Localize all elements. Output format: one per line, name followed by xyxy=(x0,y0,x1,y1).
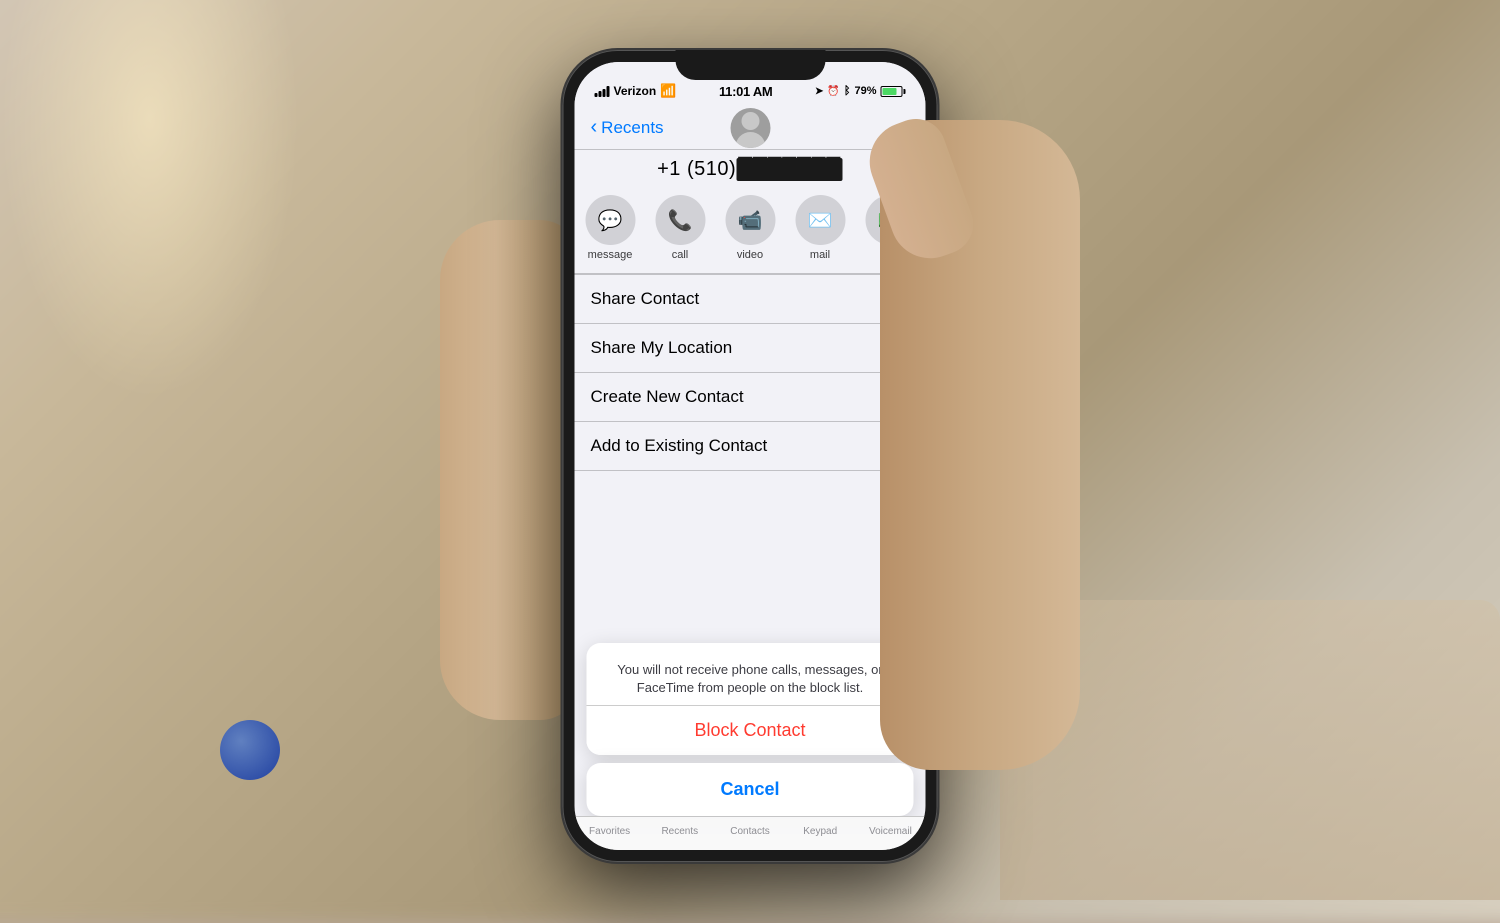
tab-favorites-label: Favorites xyxy=(589,826,630,837)
back-button[interactable]: ‹ Recents xyxy=(591,118,664,138)
tab-keypad-label: Keypad xyxy=(803,826,837,837)
hand-with-phone: Verizon 📶 11:01 AM ➤ ⏰ ᛒ 79% xyxy=(500,20,1000,880)
share-location-item[interactable]: Share My Location xyxy=(575,324,926,373)
call-label: call xyxy=(672,249,689,261)
block-contact-button[interactable]: Block Contact xyxy=(587,706,914,755)
menu-list: Share Contact Share My Location Create N… xyxy=(575,274,926,471)
action-buttons-row: 💬 message 📞 call 📹 video ✉️ xyxy=(575,195,926,261)
hand-right xyxy=(880,120,1080,770)
tab-contacts[interactable]: Contacts xyxy=(715,826,785,837)
tab-keypad[interactable]: Keypad xyxy=(785,826,855,837)
add-existing-contact-item[interactable]: Add to Existing Contact xyxy=(575,422,926,471)
status-time: 11:01 AM xyxy=(719,84,772,99)
tab-favorites[interactable]: Favorites xyxy=(575,826,645,837)
message-icon: 💬 xyxy=(585,195,635,245)
message-label: message xyxy=(588,249,633,261)
contact-avatar xyxy=(730,108,770,148)
share-contact-item[interactable]: Share Contact xyxy=(575,274,926,324)
share-contact-label: Share Contact xyxy=(591,289,700,308)
tab-recents[interactable]: Recents xyxy=(645,826,715,837)
call-icon: 📞 xyxy=(655,195,705,245)
scene: Verizon 📶 11:01 AM ➤ ⏰ ᛒ 79% xyxy=(0,0,1500,900)
cancel-label: Cancel xyxy=(720,779,779,799)
signal-icon xyxy=(595,85,610,97)
notch xyxy=(675,50,825,80)
status-left: Verizon 📶 xyxy=(595,83,677,99)
create-contact-item[interactable]: Create New Contact xyxy=(575,373,926,422)
hand-left xyxy=(440,220,580,720)
tab-voicemail-label: Voicemail xyxy=(869,826,912,837)
video-action[interactable]: 📹 video xyxy=(725,195,775,261)
back-chevron-icon: ‹ xyxy=(591,117,598,137)
tab-voicemail[interactable]: Voicemail xyxy=(855,826,925,837)
add-existing-label: Add to Existing Contact xyxy=(591,436,768,455)
back-label: Recents xyxy=(601,118,663,138)
create-contact-label: Create New Contact xyxy=(591,387,744,406)
battery-indicator xyxy=(881,86,906,97)
avatar-body xyxy=(735,132,765,148)
mail-icon: ✉️ xyxy=(795,195,845,245)
cancel-button[interactable]: Cancel xyxy=(587,763,914,816)
video-label: video xyxy=(737,249,763,261)
alert-message: You will not receive phone calls, messag… xyxy=(587,643,914,706)
mail-action[interactable]: ✉️ mail xyxy=(795,195,845,261)
mail-label: mail xyxy=(810,249,830,261)
carrier-label: Verizon xyxy=(614,84,657,98)
call-action[interactable]: 📞 call xyxy=(655,195,705,261)
tab-recents-label: Recents xyxy=(661,826,698,837)
phone-redacted: ███████ xyxy=(736,158,843,181)
alert-backdrop: You will not receive phone calls, messag… xyxy=(587,643,914,816)
alarm-icon: ⏰ xyxy=(827,86,839,97)
status-right: ➤ ⏰ ᛒ 79% xyxy=(815,85,905,97)
wifi-icon: 📶 xyxy=(660,83,676,99)
screen: Verizon 📶 11:01 AM ➤ ⏰ ᛒ 79% xyxy=(575,62,926,850)
share-location-label: Share My Location xyxy=(591,338,733,357)
phone-number-text: +1 (510) xyxy=(657,158,736,180)
bluetooth-icon: ᛒ xyxy=(844,85,851,97)
tab-contacts-label: Contacts xyxy=(730,826,769,837)
block-contact-label: Block Contact xyxy=(694,720,805,740)
location-icon: ➤ xyxy=(815,86,823,97)
message-action[interactable]: 💬 message xyxy=(585,195,635,261)
battery-percentage: 79% xyxy=(854,85,876,97)
alert-box: You will not receive phone calls, messag… xyxy=(587,643,914,755)
tab-bar: Favorites Recents Contacts Keypad Voicem… xyxy=(575,816,926,850)
avatar-head xyxy=(741,112,759,130)
video-icon: 📹 xyxy=(725,195,775,245)
